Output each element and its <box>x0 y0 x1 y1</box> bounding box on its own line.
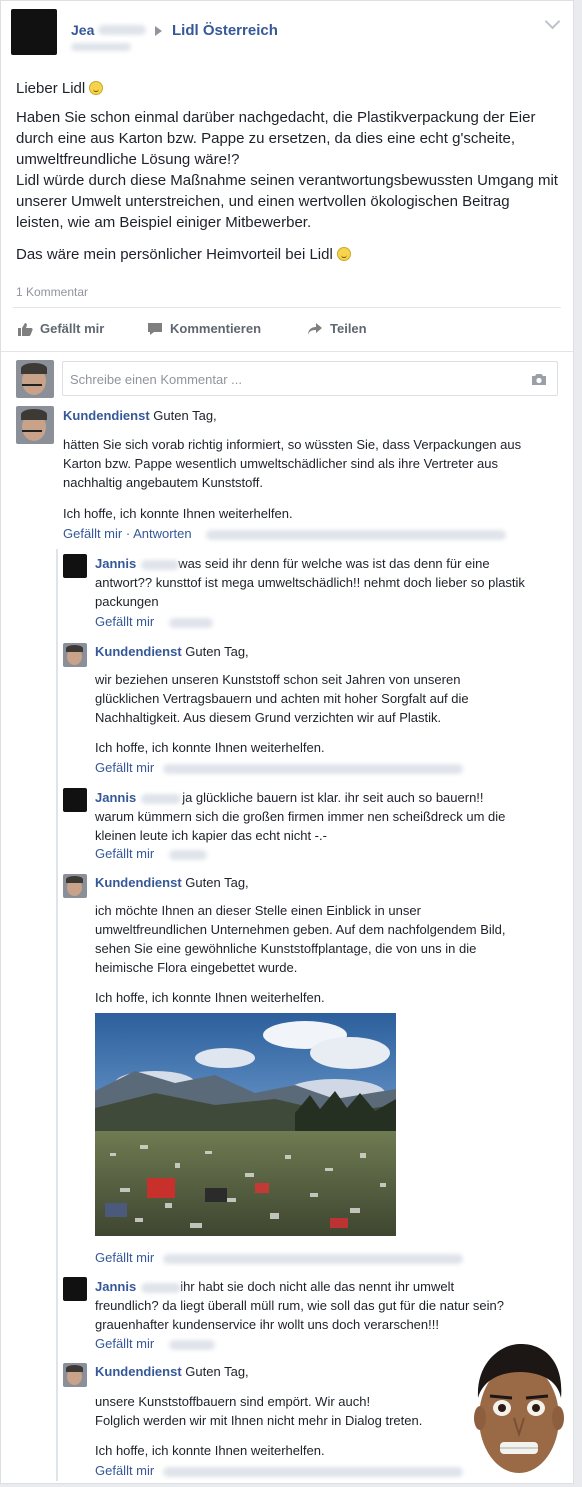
redacted-timestamp <box>163 764 463 774</box>
comment-count[interactable]: 1 Kommentar <box>16 285 88 299</box>
redacted-name <box>141 560 179 570</box>
reply-body-line-1: unsere Kunststoffbauern sind empört. Wir… <box>95 1394 371 1409</box>
jannis-avatar[interactable] <box>63 1277 87 1301</box>
jannis-avatar[interactable] <box>63 554 87 578</box>
post-greeting: Lieber Lidl <box>16 78 104 99</box>
redacted-timestamp <box>169 618 213 628</box>
redacted-timestamp <box>163 1467 463 1477</box>
comment-body: hätten Sie sich vorab richtig informiert… <box>63 437 522 490</box>
kundendienst-avatar[interactable] <box>16 406 54 444</box>
kundendienst-avatar[interactable] <box>63 1363 87 1387</box>
trash-field-photo[interactable] <box>95 1013 396 1236</box>
author-name[interactable]: Jea <box>71 22 94 38</box>
post-paragraph-1: Haben Sie schon einmal darüber nachgedac… <box>16 109 536 168</box>
speech-bubble-icon <box>148 322 162 335</box>
jannis-avatar[interactable] <box>63 788 87 812</box>
face-sticker <box>466 1338 572 1478</box>
comment-like-link[interactable]: Gefällt mir <box>63 526 122 541</box>
redacted-name <box>98 25 146 35</box>
redacted-timestamp <box>169 850 207 860</box>
comment-input[interactable]: Schreibe einen Kommentar ... <box>62 361 558 396</box>
share-button[interactable]: Teilen <box>307 321 367 336</box>
user-avatar[interactable] <box>16 360 54 398</box>
reply-header: Kundendienst Guten Tag, <box>95 1364 249 1379</box>
reply-signoff: Ich hoffe, ich konnte Ihnen weiterhelfen… <box>95 990 325 1005</box>
reply-body: wir beziehen unseren Kunststoff schon se… <box>95 672 469 725</box>
reply-like-link[interactable]: Gefällt mir <box>95 1336 154 1351</box>
redacted-timestamp <box>71 43 131 51</box>
reply-author[interactable]: Kundendienst <box>95 1364 182 1379</box>
camera-icon[interactable] <box>531 373 547 386</box>
reply-body: ich möchte Ihnen an dieser Stelle einen … <box>95 903 506 975</box>
post-closing: Das wäre mein persönlicher Heimvorteil b… <box>16 244 351 265</box>
author-avatar[interactable] <box>11 9 57 55</box>
reply-author[interactable]: Jannis <box>95 1279 136 1294</box>
chevron-down-icon[interactable] <box>544 13 561 30</box>
reply-thread-line <box>56 549 58 1481</box>
redacted-timestamp <box>206 530 506 540</box>
comment-button[interactable]: Kommentieren <box>147 321 261 336</box>
redacted-name <box>141 1283 181 1293</box>
reply-like-link[interactable]: Gefällt mir <box>95 614 154 629</box>
post-paragraph-2: Lidl würde durch diese Maßnahme seinen v… <box>16 172 558 231</box>
comment-reply-link[interactable]: Antworten <box>133 526 192 541</box>
reply-header: Kundendienst Guten Tag, <box>95 875 249 890</box>
page-name[interactable]: Lidl Österreich <box>172 22 278 39</box>
smiley-emoji-icon <box>89 81 104 95</box>
reply-body-line-2: Folglich werden wir mit Ihnen nicht mehr… <box>95 1413 423 1428</box>
reply-header: Kundendienst Guten Tag, <box>95 644 249 659</box>
redacted-timestamp <box>163 1254 463 1264</box>
comment-signoff: Ich hoffe, ich konnte Ihnen weiterhelfen… <box>63 506 293 521</box>
like-button[interactable]: Gefällt mir <box>17 321 104 336</box>
share-arrow-icon <box>308 322 322 335</box>
comment-meta: Gefällt mir · Antworten <box>63 526 192 541</box>
reply-like-link[interactable]: Gefällt mir <box>95 1250 154 1265</box>
comment-author[interactable]: Kundendienst <box>63 408 150 423</box>
kundendienst-avatar[interactable] <box>63 874 87 898</box>
landscape-image <box>95 1013 396 1236</box>
reply-signoff: Ich hoffe, ich konnte Ihnen weiterhelfen… <box>95 740 325 755</box>
comment-header: Kundendienst Guten Tag, <box>63 408 217 423</box>
triangle-right-icon <box>155 26 162 36</box>
thumbs-up-icon <box>18 322 33 336</box>
divider <box>13 307 561 308</box>
reply-author[interactable]: Kundendienst <box>95 875 182 890</box>
post-card: Jea Lidl Österreich Lieber Lidl Haben Si… <box>0 0 574 1484</box>
reply-like-link[interactable]: Gefällt mir <box>95 1463 154 1478</box>
reply-like-link[interactable]: Gefällt mir <box>95 846 154 861</box>
kundendienst-avatar[interactable] <box>63 643 87 667</box>
comment-input-placeholder: Schreibe einen Kommentar ... <box>70 372 242 387</box>
reply-signoff: Ich hoffe, ich konnte Ihnen weiterhelfen… <box>95 1443 325 1458</box>
redacted-timestamp <box>169 1340 215 1350</box>
divider <box>1 351 573 352</box>
reply-author[interactable]: Jannis <box>95 790 136 805</box>
redacted-name <box>141 794 181 804</box>
reply-like-link[interactable]: Gefällt mir <box>95 760 154 775</box>
reply-author[interactable]: Jannis <box>95 556 136 571</box>
reply-author[interactable]: Kundendienst <box>95 644 182 659</box>
smiley-emoji-icon <box>336 247 351 261</box>
